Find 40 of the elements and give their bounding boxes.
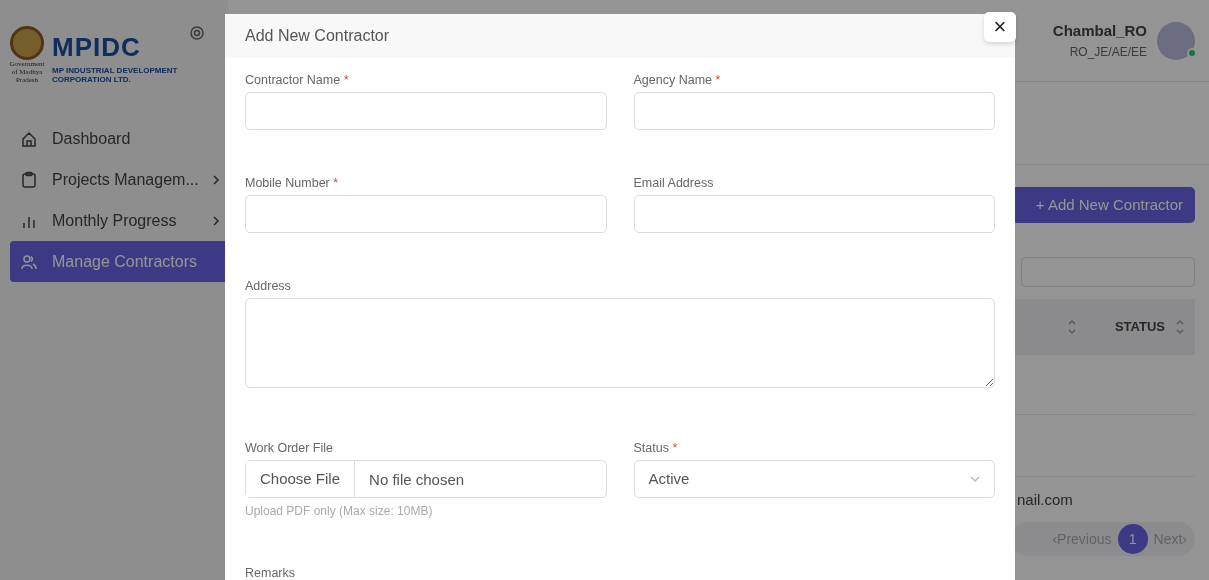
file-input[interactable]: Choose File No file chosen — [245, 460, 607, 498]
page-number[interactable]: 1 — [1117, 524, 1148, 554]
field-label: Agency Name * — [633, 73, 722, 88]
brand-logo-text: MPIDC — [52, 34, 142, 60]
selected-value: Active — [648, 468, 690, 489]
user-name: Chambal_RO — [1052, 21, 1147, 42]
field-label: Remarks — [245, 566, 296, 580]
field-label: Address — [245, 279, 292, 294]
sidebar-item[interactable]: Projects Managem... — [10, 159, 228, 200]
sort-icon — [1066, 319, 1077, 335]
field-label: Contractor Name * — [245, 73, 350, 88]
input-field[interactable] — [245, 92, 607, 130]
circle-icon — [190, 26, 204, 40]
file-status: No file chosen — [368, 470, 466, 490]
chevron-down-icon — [970, 476, 980, 482]
field-label: Mobile Number * — [245, 176, 340, 191]
clipboard-icon — [20, 170, 38, 189]
table-cell-text: nail.com — [1016, 490, 1073, 510]
modal-title: Add New Contractor — [245, 26, 390, 46]
sidebar-item[interactable]: Manage Contractors — [10, 241, 228, 282]
input-field[interactable] — [633, 195, 995, 233]
field-label: Status * — [633, 441, 679, 456]
user-role: RO_JE/AE/EE — [1068, 43, 1147, 61]
users-icon — [20, 252, 38, 271]
sidebar-item[interactable]: Dashboard — [10, 118, 228, 159]
field-label: Email Address — [633, 176, 715, 191]
sort-icon — [1175, 319, 1185, 335]
textarea-field[interactable] — [245, 298, 995, 388]
field-label: Work Order File — [245, 441, 334, 456]
input-field[interactable] — [633, 92, 995, 130]
input-field[interactable] — [245, 195, 607, 233]
choose-file-button[interactable]: Choose File — [246, 461, 356, 497]
home-icon — [20, 129, 38, 148]
help-text: Upload PDF only (Max size: 10MB) — [245, 503, 434, 520]
emblem-logo — [10, 26, 44, 60]
close-button[interactable]: × — [984, 12, 1016, 42]
select-field[interactable]: Active — [633, 460, 995, 498]
organization-name: MP INDUSTRIAL DEVELOPMENT CORPORATION LTD. — [52, 66, 179, 85]
column-header: STATUS — [1114, 318, 1165, 337]
sidebar-item[interactable]: Monthly Progress — [10, 200, 228, 241]
